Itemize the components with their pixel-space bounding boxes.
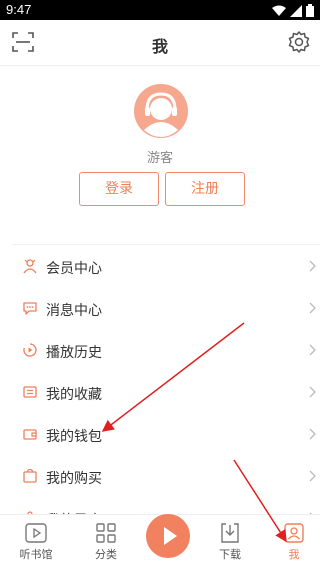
wallet-icon <box>23 429 37 440</box>
tab-label: 我 <box>288 548 300 561</box>
download-icon <box>221 523 239 543</box>
chevron-right-icon <box>309 428 316 440</box>
username: 游客 <box>146 151 173 166</box>
avatar[interactable] <box>134 84 188 138</box>
menu-item-label: 播放历史 <box>46 345 102 361</box>
message-icon <box>23 302 37 315</box>
page-title: 我 <box>151 37 168 56</box>
menu-list: 会员中心 消息中心 播放历史 我的收藏 我的钱包 我的购买 <box>12 244 320 539</box>
chevron-right-icon <box>309 344 316 356</box>
tab-label: 分类 <box>95 548 117 561</box>
menu-item-label: 消息中心 <box>46 303 102 319</box>
signal-icon <box>290 4 302 17</box>
status-time: 9:47 <box>6 2 32 17</box>
menu-item-favorites[interactable]: 我的收藏 <box>12 371 320 413</box>
tab-label: 听书馆 <box>19 548 53 561</box>
menu-item-message-center[interactable]: 消息中心 <box>12 287 320 329</box>
chevron-right-icon <box>309 386 316 398</box>
login-button[interactable]: 登录 <box>79 172 159 206</box>
status-bar: 9:47 <box>0 0 320 20</box>
tab-book-hall[interactable]: 听书馆 <box>8 523 64 562</box>
menu-item-label: 我的购买 <box>46 471 102 487</box>
purchase-icon <box>23 468 37 483</box>
chevron-right-icon <box>309 470 316 482</box>
status-icons <box>272 4 314 17</box>
tab-category[interactable]: 分类 <box>78 523 134 562</box>
tab-me[interactable]: 我 <box>266 523 320 562</box>
top-bar: 我 <box>0 20 320 66</box>
tab-label: 下载 <box>219 548 241 561</box>
play-button[interactable] <box>146 514 190 558</box>
chevron-right-icon <box>309 302 316 314</box>
play-icon <box>164 527 177 545</box>
history-icon <box>23 343 37 357</box>
headphones-avatar-icon <box>134 84 188 138</box>
menu-item-purchases[interactable]: 我的购买 <box>12 455 320 497</box>
category-icon <box>96 523 116 543</box>
wifi-icon <box>272 5 286 16</box>
book-hall-icon <box>25 523 47 543</box>
menu-item-label: 我的钱包 <box>46 429 102 445</box>
profile-icon <box>284 523 304 543</box>
menu-item-label: 会员中心 <box>46 261 102 277</box>
gear-icon[interactable] <box>288 31 310 53</box>
battery-icon <box>306 4 314 17</box>
menu-item-play-history[interactable]: 播放历史 <box>12 329 320 371</box>
menu-item-label: 我的收藏 <box>46 387 102 403</box>
menu-item-member-center[interactable]: 会员中心 <box>12 245 320 287</box>
chevron-right-icon <box>309 260 316 272</box>
menu-item-wallet[interactable]: 我的钱包 <box>12 413 320 455</box>
member-icon <box>23 259 37 274</box>
tab-download[interactable]: 下载 <box>202 523 258 562</box>
register-button[interactable]: 注册 <box>165 172 245 206</box>
favorite-icon <box>23 386 37 398</box>
